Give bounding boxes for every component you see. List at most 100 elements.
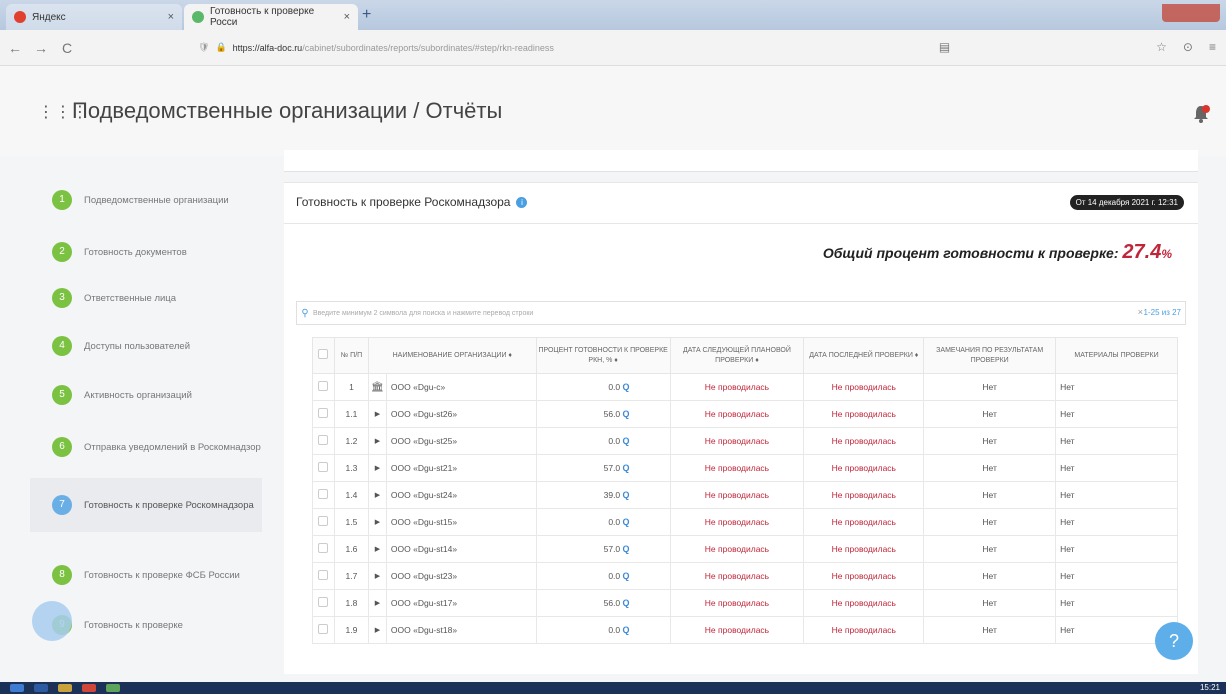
url-path: /cabinet/subordinates/reports/subordinat… — [302, 42, 554, 53]
url-field[interactable]: 🛡 🔒 https://alfa-doc.ru/cabinet/subordin… — [198, 42, 554, 53]
step-number: 8 — [52, 565, 72, 585]
step-number: 1 — [52, 190, 72, 210]
pocket-icon[interactable]: ⊙ — [1183, 40, 1193, 54]
expand-marker[interactable]: ▶ — [367, 481, 387, 509]
row-checkbox[interactable] — [312, 562, 335, 590]
ie-icon[interactable] — [34, 684, 48, 692]
sidebar-item-activity[interactable]: 5 Активность организаций — [30, 375, 262, 415]
materials: Нет — [1055, 481, 1178, 509]
search-icon[interactable]: Q — [623, 436, 630, 446]
next-check-date: Не проводилась — [669, 373, 805, 401]
org-name[interactable]: ООО «Dgu-st14» — [385, 535, 537, 563]
row-checkbox[interactable] — [312, 454, 335, 482]
row-checkbox[interactable] — [312, 400, 335, 428]
col-num[interactable]: № П/П — [333, 337, 369, 374]
expand-marker[interactable]: ▶ — [367, 508, 387, 536]
expand-marker[interactable]: ▶ — [367, 427, 387, 455]
search-icon[interactable]: Q — [623, 382, 630, 392]
expand-marker[interactable]: ▶ — [367, 589, 387, 617]
sidebar-item-access[interactable]: 4 Доступы пользователей — [30, 326, 262, 366]
table-row[interactable]: 1.5 ▶ ООО «Dgu-st15» 0.0 Q Не проводилась Не … — [312, 508, 1178, 536]
menu-icon[interactable]: ≡ — [1209, 40, 1216, 54]
col-next-check[interactable]: ДАТА СЛЕДУЮЩЕЙ ПЛАНОВОЙ ПРОВЕРКИ ♦ — [669, 337, 805, 374]
close-tab-icon[interactable]: × — [344, 11, 350, 23]
search-icon[interactable]: Q — [623, 409, 630, 419]
reader-icon[interactable]: ▤ — [939, 40, 950, 54]
col-name[interactable]: НАИМЕНОВАНИЕ ОРГАНИЗАЦИИ ♦ — [367, 337, 537, 374]
table-row[interactable]: 1.7 ▶ ООО «Dgu-st23» 0.0 Q Не проводилась Не … — [312, 562, 1178, 590]
org-name[interactable]: ООО «Dgu-st23» — [385, 562, 537, 590]
search-icon[interactable]: Q — [623, 544, 630, 554]
expand-marker[interactable]: ▶ — [367, 400, 387, 428]
search-icon[interactable]: Q — [623, 625, 630, 635]
org-name[interactable]: ООО «Dgu-st24» — [385, 481, 537, 509]
expand-marker[interactable]: 🏛 — [367, 373, 387, 401]
start-icon[interactable] — [10, 684, 24, 692]
clear-search-icon[interactable]: × — [1138, 307, 1143, 317]
sidebar-item-label: Готовность документов — [84, 246, 187, 258]
search-icon: ⚲ — [301, 307, 309, 319]
search-icon[interactable]: Q — [623, 463, 630, 473]
explorer-icon[interactable] — [58, 684, 72, 692]
expand-marker[interactable]: ▶ — [367, 562, 387, 590]
step-number: 5 — [52, 385, 72, 405]
floating-badge[interactable] — [32, 601, 72, 641]
org-name[interactable]: ООО «Dgu-st26» — [385, 400, 537, 428]
row-checkbox[interactable] — [312, 481, 335, 509]
table-row[interactable]: 1.3 ▶ ООО «Dgu-st21» 57.0 Q Не проводилась Не… — [312, 454, 1178, 482]
star-icon[interactable]: ☆ — [1156, 40, 1167, 54]
sidebar-item-documents[interactable]: 2 Готовность документов — [30, 232, 262, 272]
help-button[interactable]: ? — [1155, 622, 1193, 660]
notification-bell-icon[interactable] — [1192, 104, 1210, 124]
table-row[interactable]: 1.1 ▶ ООО «Dgu-st26» 56.0 Q Не проводилась Не… — [312, 400, 1178, 428]
expand-marker[interactable]: ▶ — [367, 535, 387, 563]
search-input[interactable]: ⚲ Введите минимум 2 символа для поиска и… — [296, 301, 1186, 325]
sidebar-item-rkn-readiness[interactable]: 7 Готовность к проверке Роскомнадзора — [30, 478, 262, 532]
search-icon[interactable]: Q — [623, 598, 630, 608]
row-checkbox[interactable] — [312, 427, 335, 455]
row-checkbox[interactable] — [312, 616, 335, 644]
next-check-date: Не проводилась — [669, 535, 805, 563]
info-icon[interactable]: i — [516, 196, 528, 208]
row-checkbox[interactable] — [312, 535, 335, 563]
org-name[interactable]: ООО «Dgu-st17» — [385, 589, 537, 617]
col-percent[interactable]: ПРОЦЕНТ ГОТОВНОСТИ К ПРОВЕРКЕ РКН, % ♦ — [535, 337, 671, 374]
browser-tab-yandex[interactable]: Яндекс × — [6, 4, 182, 30]
close-tab-icon[interactable]: × — [168, 11, 174, 23]
table-row[interactable]: 1.2 ▶ ООО «Dgu-st25» 0.0 Q Не проводилась Не … — [312, 427, 1178, 455]
search-icon[interactable]: Q — [623, 517, 630, 527]
table-row[interactable]: 1 🏛 ООО «Dgu-c» 0.0 Q Не проводилась Не прово… — [312, 373, 1178, 401]
sidebar-item-notifications[interactable]: 6 Отправка уведомлений в Роскомнадзор — [30, 422, 262, 472]
yandex-taskbar-icon[interactable] — [82, 684, 96, 692]
row-checkbox[interactable] — [312, 373, 335, 401]
app-icon[interactable] — [106, 684, 120, 692]
expand-marker[interactable]: ▶ — [367, 454, 387, 482]
forward-button[interactable]: → — [30, 40, 52, 56]
window-controls[interactable] — [1162, 4, 1220, 22]
row-checkbox[interactable] — [312, 508, 335, 536]
back-button[interactable]: ← — [4, 40, 26, 56]
row-num: 1.1 — [333, 400, 369, 428]
row-checkbox[interactable] — [312, 589, 335, 617]
expand-marker[interactable]: ▶ — [367, 616, 387, 644]
sidebar-item-fsb-readiness[interactable]: 8 Готовность к проверке ФСБ России — [30, 550, 262, 600]
search-icon[interactable]: Q — [623, 571, 630, 581]
sidebar-item-subordinates[interactable]: 1 Подведомственные организации — [30, 180, 262, 220]
org-name[interactable]: ООО «Dgu-st21» — [385, 454, 537, 482]
org-name[interactable]: ООО «Dgu-c» — [385, 373, 537, 401]
select-all-checkbox[interactable] — [312, 337, 335, 374]
table-row[interactable]: 1.9 ▶ ООО «Dgu-st18» 0.0 Q Не проводилась Не … — [312, 616, 1178, 644]
search-icon[interactable]: Q — [623, 490, 630, 500]
reload-button[interactable]: C — [56, 40, 78, 56]
table-row[interactable]: 1.8 ▶ ООО «Dgu-st17» 56.0 Q Не проводилась Не… — [312, 589, 1178, 617]
browser-tab-current[interactable]: Готовность к проверке Росси × — [184, 4, 358, 30]
org-name[interactable]: ООО «Dgu-st25» — [385, 427, 537, 455]
col-last-check[interactable]: ДАТА ПОСЛЕДНЕЙ ПРОВЕРКИ ♦ — [803, 337, 925, 374]
table-row[interactable]: 1.6 ▶ ООО «Dgu-st14» 57.0 Q Не проводилась Не… — [312, 535, 1178, 563]
sidebar-item-responsible[interactable]: 3 Ответственные лица — [30, 278, 262, 318]
new-tab-button[interactable]: + — [362, 6, 371, 24]
org-name[interactable]: ООО «Dgu-st15» — [385, 508, 537, 536]
org-name[interactable]: ООО «Dgu-st18» — [385, 616, 537, 644]
table-row[interactable]: 1.4 ▶ ООО «Dgu-st24» 39.0 Q Не проводилась Не… — [312, 481, 1178, 509]
next-check-date: Не проводилась — [669, 427, 805, 455]
